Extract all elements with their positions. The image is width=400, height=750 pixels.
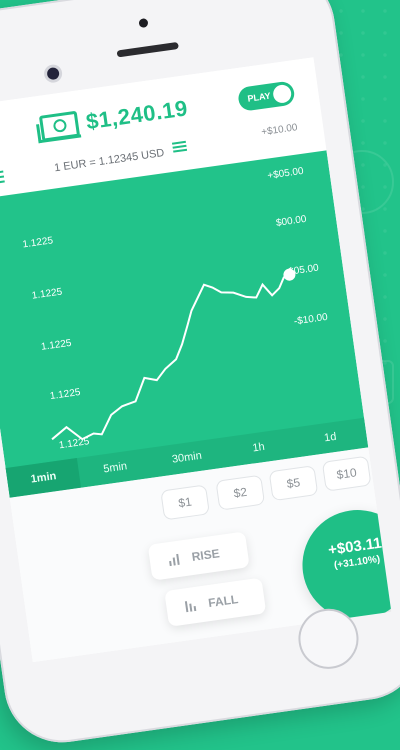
fall-chart-icon	[184, 601, 197, 613]
amount-button-1[interactable]: $1	[160, 484, 210, 521]
exchange-rate: 1 EUR = 1.12345 USD	[53, 146, 166, 175]
amount-button-5[interactable]: $5	[268, 465, 319, 502]
phone-device: $1,240.19 PLAY 1 EUR = 1.12345 USD +$10.…	[0, 0, 400, 750]
user-list-icon[interactable]	[0, 165, 6, 190]
rise-label: RISE	[190, 546, 221, 564]
profit-indicator[interactable]: +$03.11 (+31.10%)	[295, 502, 392, 628]
play-label: PLAY	[246, 90, 272, 104]
price-line-svg	[51, 268, 296, 441]
amount-button-2[interactable]: $2	[215, 474, 266, 511]
amount-button-10[interactable]: $10	[321, 455, 372, 492]
fall-button[interactable]: FALL	[164, 577, 267, 627]
balance-amount: $1,240.19	[84, 95, 190, 135]
rise-chart-icon	[169, 553, 180, 567]
toggle-knob	[272, 83, 293, 105]
fall-label: FALL	[207, 592, 240, 611]
play-toggle[interactable]: PLAY	[236, 80, 296, 112]
rise-button[interactable]: RISE	[147, 531, 250, 581]
price-line	[51, 273, 290, 441]
price-chart[interactable]: +$05.00 $00.00 -$05.00 -$10.00 1.1225 1.…	[0, 150, 369, 498]
money-icon	[38, 110, 81, 142]
list-icon[interactable]	[171, 140, 188, 154]
